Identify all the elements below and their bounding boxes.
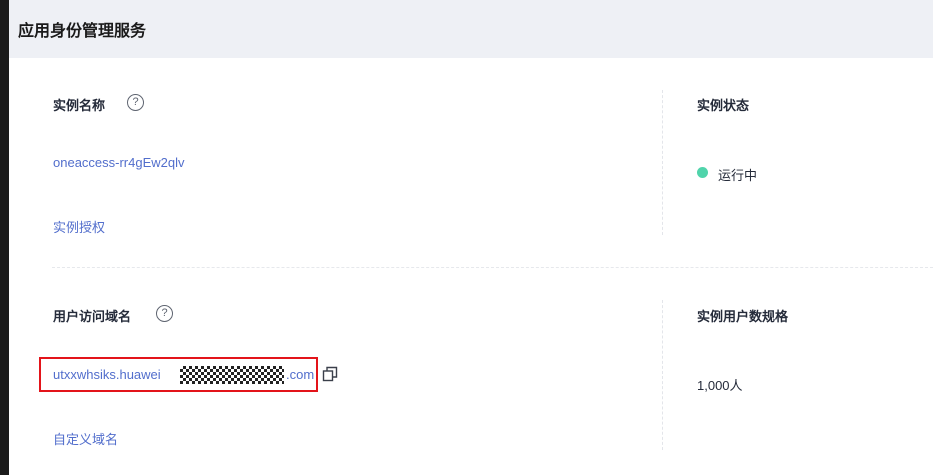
column-divider: [662, 90, 664, 235]
user-spec-value: 1,000人: [697, 378, 743, 393]
instance-status-label: 实例状态: [697, 98, 750, 113]
page-header: 应用身份管理服务: [9, 0, 933, 58]
access-domain-url-prefix[interactable]: utxxwhsiks.huawei: [53, 367, 161, 382]
instance-authorize-link[interactable]: 实例授权: [53, 217, 105, 236]
section-divider: [52, 267, 933, 268]
redacted-mask: [180, 366, 284, 384]
left-border-bar: [0, 0, 9, 475]
instance-status-value: 运行中: [718, 168, 758, 183]
status-running-icon: [697, 167, 708, 178]
access-domain-label: 用户访问域名: [53, 309, 132, 324]
user-spec-label: 实例用户数规格: [697, 309, 789, 324]
instance-name-link[interactable]: oneaccess-rr4gEw2qlv: [53, 155, 185, 170]
copy-icon[interactable]: [322, 366, 338, 382]
help-circle-icon[interactable]: ?: [127, 94, 144, 111]
instance-name-label: 实例名称: [53, 98, 106, 113]
column-divider: [662, 300, 664, 450]
help-circle-icon[interactable]: ?: [156, 305, 173, 322]
custom-domain-link[interactable]: 自定义域名: [53, 429, 118, 448]
page-title: 应用身份管理服务: [18, 23, 147, 40]
access-domain-url-suffix[interactable]: .com: [286, 367, 314, 382]
